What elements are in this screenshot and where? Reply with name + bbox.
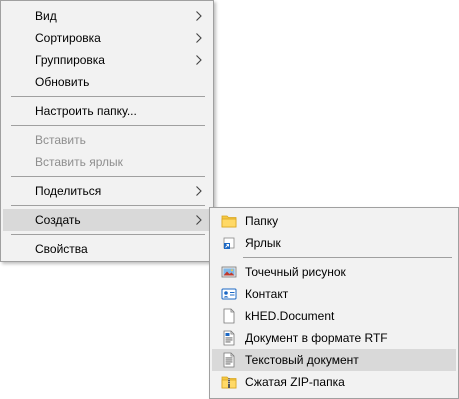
contact-icon — [221, 288, 237, 300]
menu-item-label: Вставить — [35, 133, 86, 147]
chevron-right-icon — [196, 186, 202, 196]
folder-icon — [221, 215, 237, 228]
menu-item-label: Группировка — [35, 53, 105, 67]
menu-item-view[interactable]: Вид — [3, 5, 211, 27]
menu-item-share[interactable]: Поделиться — [3, 180, 211, 202]
bitmap-icon — [221, 266, 237, 278]
submenu-item-khed-document[interactable]: kHED.Document — [212, 305, 456, 327]
submenu-item-label: Папку — [245, 214, 279, 228]
text-document-icon — [223, 352, 235, 368]
menu-item-label: Создать — [35, 213, 81, 227]
menu-item-label: Поделиться — [35, 184, 102, 198]
menu-separator — [11, 176, 205, 177]
submenu-item-text-document[interactable]: Текстовый документ — [212, 349, 456, 371]
submenu-item-label: kHED.Document — [245, 309, 335, 323]
menu-separator — [243, 257, 452, 258]
submenu-item-zip-folder[interactable]: Сжатая ZIP-папка — [212, 371, 456, 393]
menu-item-label: Вид — [35, 9, 57, 23]
menu-item-label: Настроить папку... — [35, 104, 137, 118]
menu-item-properties[interactable]: Свойства — [3, 238, 211, 260]
submenu-item-folder[interactable]: Папку — [212, 210, 456, 232]
chevron-right-icon — [196, 55, 202, 65]
context-menu: Вид Сортировка Группировка Обновить Наст… — [0, 0, 214, 262]
menu-item-refresh[interactable]: Обновить — [3, 71, 211, 93]
create-submenu: Папку Ярлык Точечный рисунок Контакт kHE… — [209, 207, 459, 399]
menu-item-create[interactable]: Создать — [3, 209, 211, 231]
menu-item-label: Свойства — [35, 242, 88, 256]
submenu-item-rtf-document[interactable]: Документ в формате RTF — [212, 327, 456, 349]
blank-document-icon — [223, 308, 235, 324]
submenu-item-shortcut[interactable]: Ярлык — [212, 232, 456, 254]
submenu-item-bitmap[interactable]: Точечный рисунок — [212, 261, 456, 283]
menu-separator — [11, 234, 205, 235]
chevron-right-icon — [196, 33, 202, 43]
menu-separator — [11, 125, 205, 126]
menu-item-group[interactable]: Группировка — [3, 49, 211, 71]
submenu-item-label: Текстовый документ — [245, 353, 359, 367]
menu-separator — [11, 205, 205, 206]
menu-item-customize-folder[interactable]: Настроить папку... — [3, 100, 211, 122]
submenu-item-label: Точечный рисунок — [245, 265, 346, 279]
chevron-right-icon — [196, 11, 202, 21]
menu-item-paste-shortcut: Вставить ярлык — [3, 151, 211, 173]
shortcut-icon — [223, 237, 235, 249]
menu-item-sort[interactable]: Сортировка — [3, 27, 211, 49]
zip-folder-icon — [221, 376, 237, 389]
submenu-item-label: Сжатая ZIP-папка — [245, 375, 345, 389]
submenu-item-label: Ярлык — [245, 236, 281, 250]
menu-item-paste: Вставить — [3, 129, 211, 151]
menu-item-label: Сортировка — [35, 31, 101, 45]
chevron-right-icon — [196, 215, 202, 225]
submenu-item-contact[interactable]: Контакт — [212, 283, 456, 305]
menu-separator — [11, 96, 205, 97]
menu-item-label: Обновить — [35, 75, 90, 89]
submenu-item-label: Контакт — [245, 287, 289, 301]
rtf-document-icon — [223, 330, 235, 346]
submenu-item-label: Документ в формате RTF — [245, 331, 388, 345]
menu-item-label: Вставить ярлык — [35, 155, 123, 169]
